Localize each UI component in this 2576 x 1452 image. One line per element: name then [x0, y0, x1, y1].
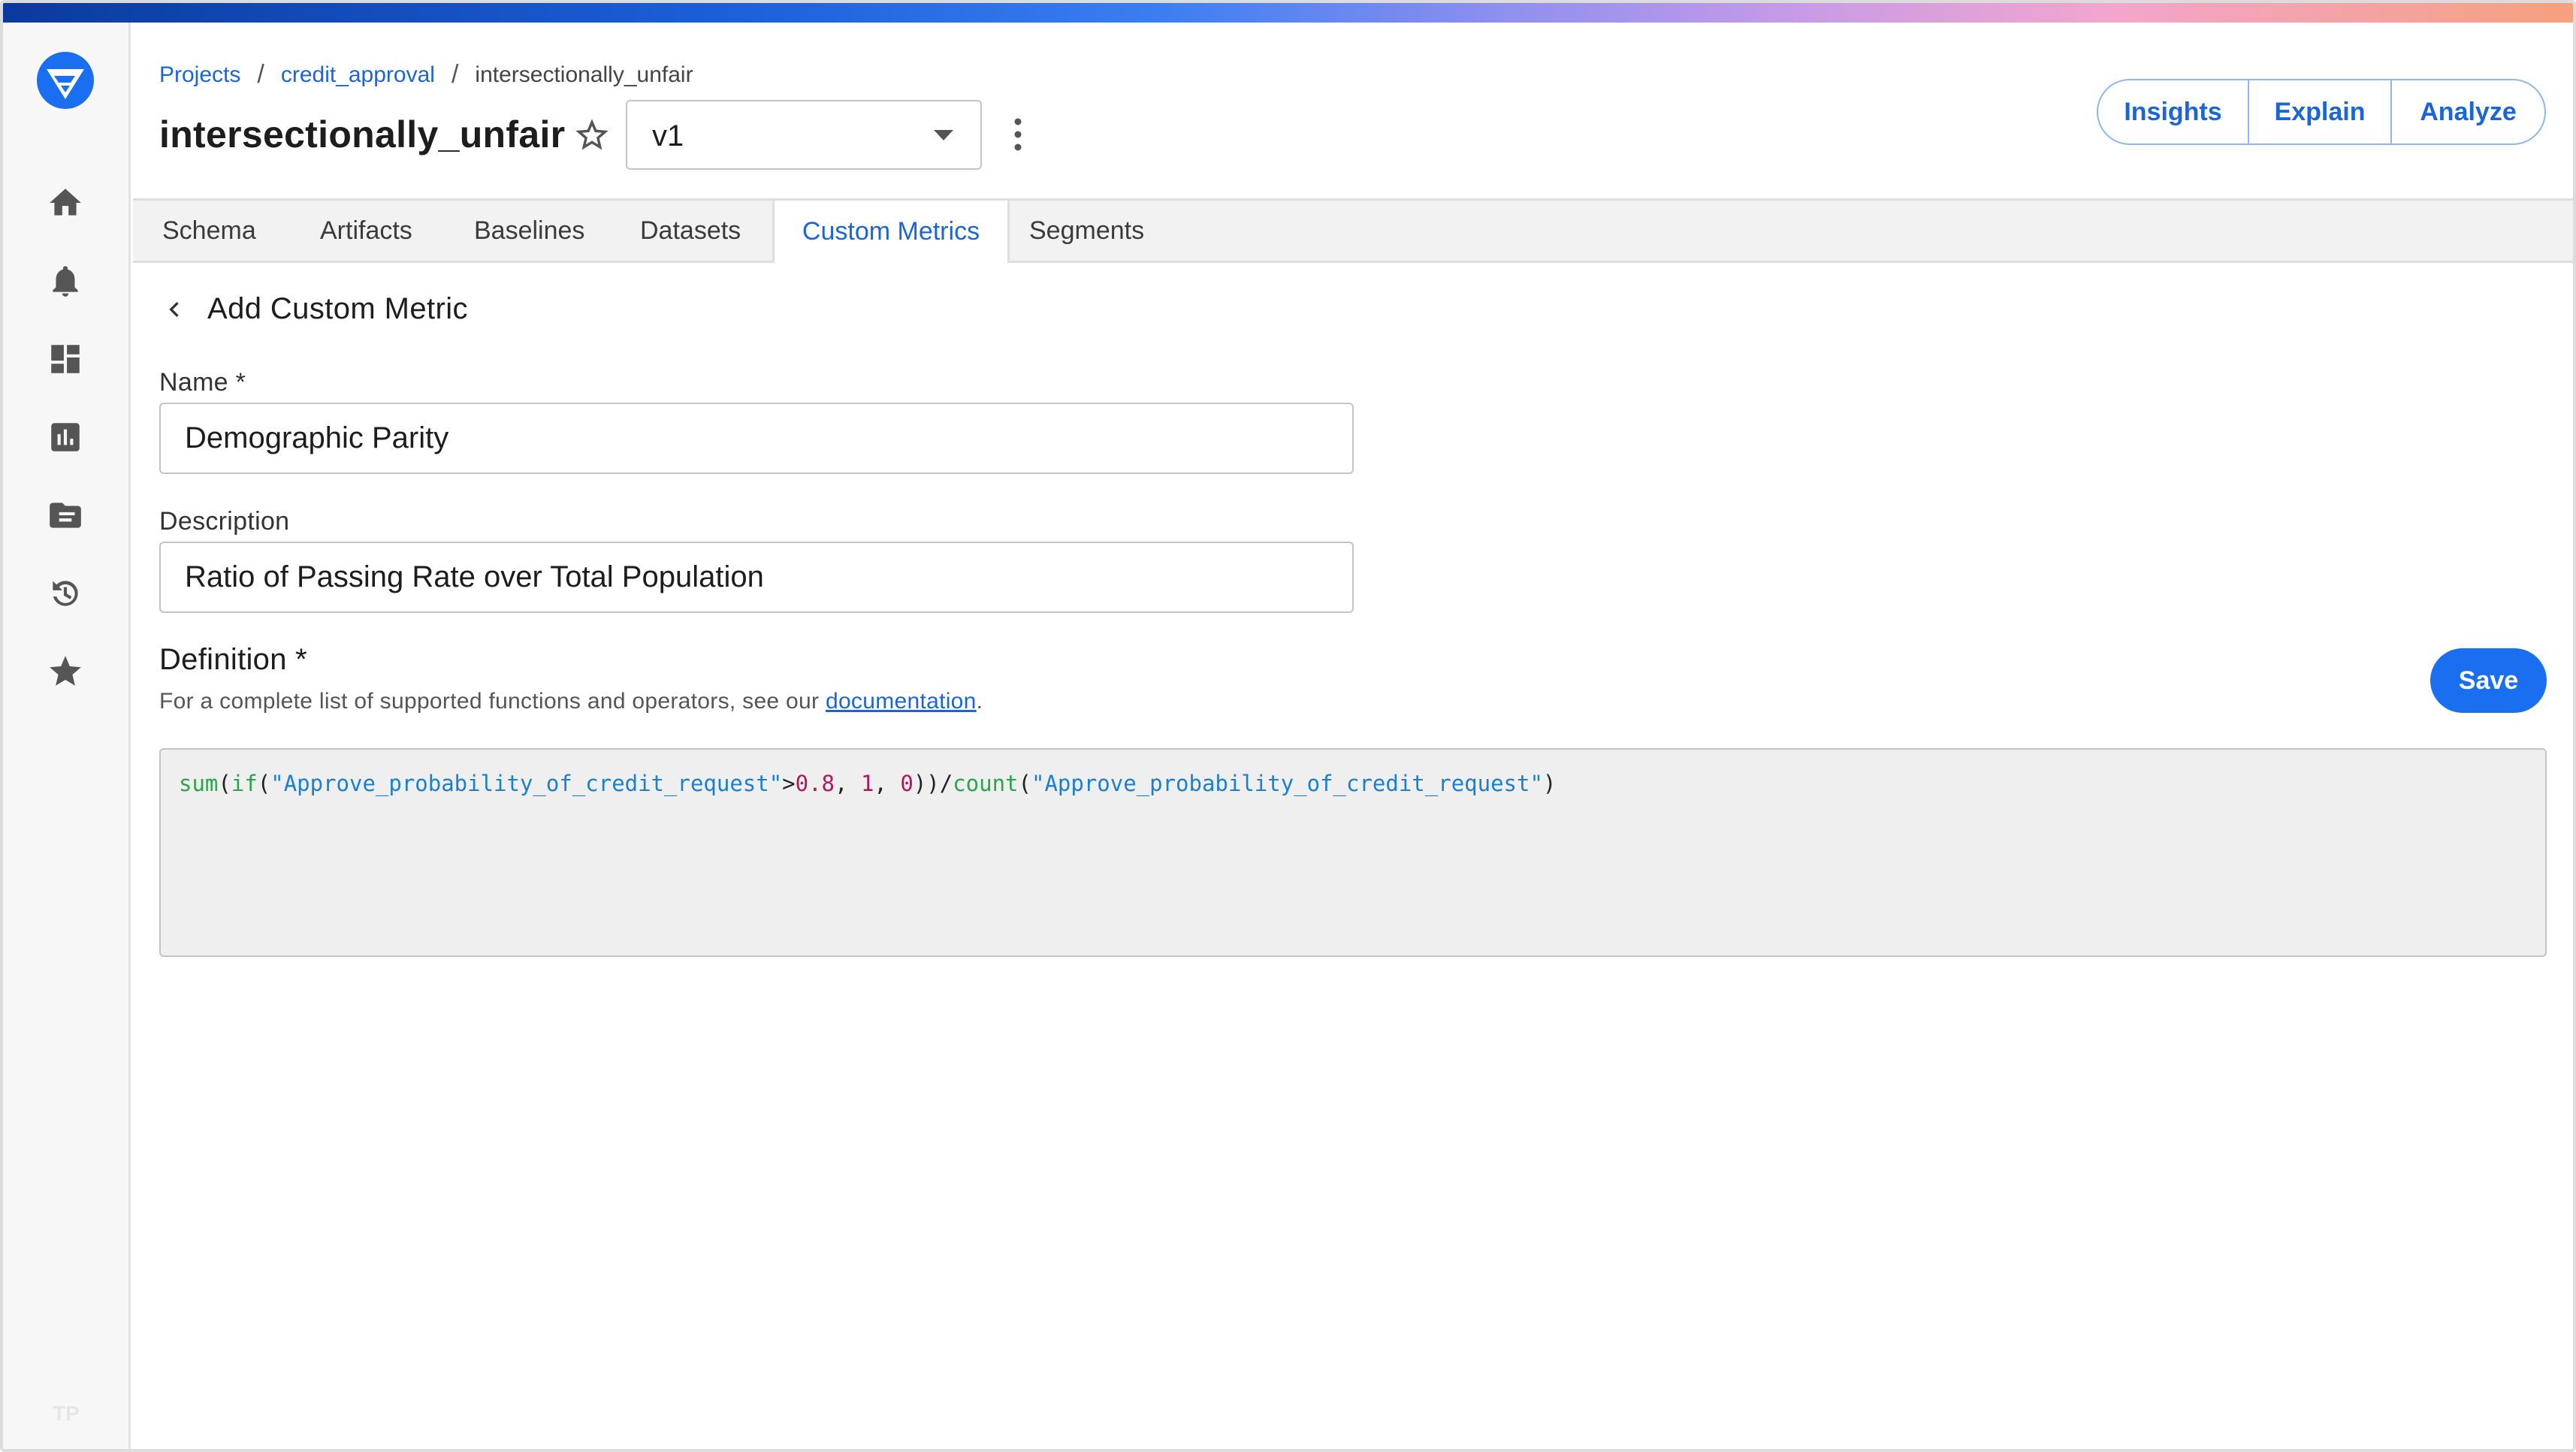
breadcrumb-separator: /	[451, 60, 459, 89]
definition-help-prefix: For a complete list of supported functio…	[159, 689, 826, 714]
tab-datasets[interactable]: Datasets	[640, 201, 741, 261]
code-operator-token: >	[782, 771, 796, 796]
insights-button[interactable]: Insights	[2098, 80, 2248, 143]
folder-icon[interactable]	[47, 497, 84, 534]
tab-schema[interactable]: Schema	[162, 201, 256, 261]
model-action-group: Insights Explain Analyze	[2097, 79, 2546, 145]
page-title: intersectionally_unfair	[159, 113, 566, 155]
tab-baselines[interactable]: Baselines	[474, 201, 584, 261]
dashboard-icon[interactable]	[47, 340, 84, 378]
app-logo-icon[interactable]	[36, 51, 95, 110]
documentation-link[interactable]: documentation	[826, 689, 977, 714]
save-button[interactable]: Save	[2430, 648, 2547, 713]
favorite-star-icon[interactable]	[572, 116, 612, 155]
tab-artifacts[interactable]: Artifacts	[320, 201, 412, 261]
code-function-token: sum	[179, 771, 219, 796]
definition-label: Definition *	[159, 643, 308, 676]
version-select[interactable]: v1	[626, 100, 982, 170]
user-avatar-badge[interactable]: TP	[53, 1402, 80, 1426]
form-heading: Add Custom Metric	[207, 292, 468, 325]
name-input[interactable]	[159, 403, 1354, 474]
chart-icon[interactable]	[47, 418, 84, 456]
app-window: TP Projects / credit_approval / intersec…	[0, 0, 2576, 1452]
code-function-token: if	[231, 771, 258, 796]
tab-custom-metrics[interactable]: Custom Metrics	[772, 201, 1010, 263]
more-options-icon[interactable]	[1007, 116, 1029, 153]
brand-gradient-bar	[3, 3, 2573, 23]
code-operator-token: )	[1542, 771, 1557, 796]
code-operator-token: ,	[874, 771, 901, 796]
sidebar: TP	[3, 23, 131, 1449]
bell-icon[interactable]	[47, 262, 84, 300]
version-select-value: v1	[652, 119, 684, 152]
definition-help-suffix: .	[976, 689, 983, 714]
definition-code-editor[interactable]: sum(if("Approve_probability_of_credit_re…	[159, 748, 2547, 957]
chevron-down-icon	[934, 130, 953, 140]
breadcrumb-separator: /	[257, 60, 264, 89]
code-number-token: 1	[860, 771, 874, 796]
history-icon[interactable]	[47, 575, 84, 612]
description-label: Description	[159, 507, 290, 536]
code-operator-token: ,	[835, 771, 861, 796]
tab-segments[interactable]: Segments	[1029, 201, 1144, 261]
explain-button[interactable]: Explain	[2248, 80, 2390, 143]
code-number-token: 0	[900, 771, 914, 796]
description-input[interactable]	[159, 542, 1354, 613]
code-string-token: "Approve_probability_of_credit_request"	[1031, 771, 1543, 796]
back-to-custom-metrics[interactable]: Add Custom Metric	[159, 292, 468, 326]
code-string-token: "Approve_probability_of_credit_request"	[270, 771, 783, 796]
code-number-token: 0.8	[795, 771, 835, 796]
breadcrumb-projects[interactable]: Projects	[159, 62, 240, 88]
breadcrumb-current: intersectionally_unfair	[475, 62, 693, 87]
breadcrumb: Projects / credit_approval / intersectio…	[159, 60, 693, 89]
code-operator-token: (	[1018, 771, 1031, 796]
definition-help-text: For a complete list of supported functio…	[159, 689, 983, 714]
code-function-token: count	[953, 771, 1019, 796]
code-operator-token: ))/	[913, 771, 953, 796]
code-operator-token: (	[218, 771, 231, 796]
breadcrumb-project[interactable]: credit_approval	[281, 62, 435, 88]
chevron-left-icon	[169, 301, 179, 317]
code-operator-token: (	[257, 771, 271, 796]
home-icon[interactable]	[47, 184, 84, 222]
star-icon[interactable]	[47, 653, 84, 690]
analyze-button[interactable]: Analyze	[2390, 80, 2544, 143]
name-label: Name *	[159, 368, 246, 397]
tab-bar: Schema Artifacts Baselines Datasets Cust…	[133, 198, 2573, 263]
